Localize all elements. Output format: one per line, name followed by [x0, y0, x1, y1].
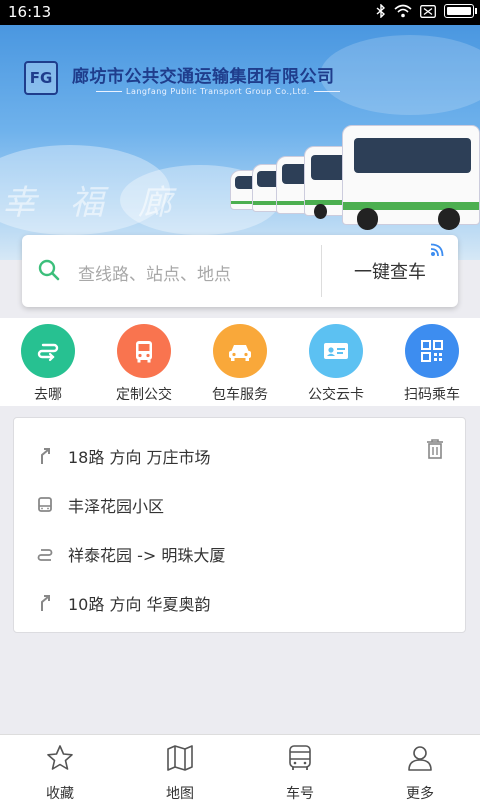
- history-item[interactable]: 丰泽花园小区: [36, 493, 164, 517]
- history-text: 丰泽花园小区: [68, 497, 165, 516]
- action-label: 公交云卡: [308, 387, 364, 403]
- bus-front-icon: [117, 324, 171, 378]
- nav-more[interactable]: 更多: [360, 743, 480, 800]
- quick-actions: 去哪 定制公交 包车服务 公交云卡 扫码乘车: [0, 318, 480, 406]
- search-card: 查线路、站点、地点 一键查车: [22, 235, 458, 307]
- wifi-icon: [394, 4, 412, 18]
- nav-bus-number[interactable]: 车号: [240, 743, 360, 800]
- route-turn-icon: [36, 594, 54, 612]
- search-history: 18路 方向 万庄市场 丰泽花园小区 祥泰花园 -> 明珠大厦 10路 方向 华…: [13, 417, 466, 633]
- bus-fleet-image: [230, 120, 480, 245]
- action-charter-service[interactable]: 包车服务: [192, 324, 288, 404]
- nav-label: 收藏: [46, 786, 74, 800]
- status-bar: 16:13: [0, 0, 480, 25]
- history-item[interactable]: 10路 方向 华夏奥韵: [36, 591, 211, 615]
- status-time: 16:13: [8, 3, 52, 21]
- history-text: 祥泰花园 -> 明珠大厦: [68, 546, 226, 565]
- status-icons: [376, 4, 477, 18]
- signal-icon: [430, 243, 444, 257]
- quick-query-label: 一键查车: [354, 262, 426, 283]
- map-icon: [167, 745, 193, 771]
- id-card-icon: [309, 324, 363, 378]
- nav-label: 更多: [406, 786, 434, 800]
- car-icon: [213, 324, 267, 378]
- history-text: 10路 方向 华夏奥韵: [68, 595, 211, 614]
- action-scan-ride[interactable]: 扫码乘车: [384, 324, 480, 404]
- transfer-icon: [36, 545, 54, 563]
- bluetooth-icon: [376, 4, 386, 18]
- nav-favorites[interactable]: 收藏: [0, 743, 120, 800]
- action-label: 包车服务: [212, 387, 268, 403]
- bus-stop-icon: [36, 496, 54, 514]
- company-name-en: Langfang Public Transport Group Co.,Ltd.: [92, 87, 344, 96]
- action-cloud-card[interactable]: 公交云卡: [288, 324, 384, 404]
- promo-banner[interactable]: FG 廊坊市公共交通运输集团有限公司 Langfang Public Trans…: [0, 25, 480, 260]
- star-icon: [47, 745, 73, 770]
- action-where-to[interactable]: 去哪: [0, 324, 96, 404]
- route-icon: [21, 324, 75, 378]
- battery-icon: [444, 4, 477, 18]
- history-item[interactable]: 18路 方向 万庄市场: [36, 444, 211, 468]
- user-icon: [408, 746, 432, 771]
- company-name-cn: 廊坊市公共交通运输集团有限公司: [72, 67, 335, 87]
- search-input[interactable]: 查线路、站点、地点: [78, 260, 231, 285]
- history-text: 18路 方向 万庄市场: [68, 448, 211, 467]
- nav-label: 地图: [166, 786, 194, 800]
- nav-map[interactable]: 地图: [120, 743, 240, 800]
- banner-slogan: 幸福廊: [2, 183, 206, 223]
- action-label: 定制公交: [116, 387, 172, 403]
- company-logo: FG: [24, 61, 58, 95]
- history-item[interactable]: 祥泰花园 -> 明珠大厦: [36, 542, 225, 566]
- action-custom-bus[interactable]: 定制公交: [96, 324, 192, 404]
- bus-icon: [289, 745, 311, 770]
- route-turn-icon: [36, 447, 54, 465]
- action-label: 去哪: [34, 387, 62, 403]
- bottom-nav: 收藏 地图 车号 更多: [0, 734, 480, 800]
- sim-icon: [420, 4, 436, 18]
- trash-icon[interactable]: [425, 438, 445, 460]
- nav-label: 车号: [286, 786, 314, 800]
- qr-code-icon: [405, 324, 459, 378]
- search-icon: [38, 259, 60, 281]
- action-label: 扫码乘车: [404, 387, 460, 403]
